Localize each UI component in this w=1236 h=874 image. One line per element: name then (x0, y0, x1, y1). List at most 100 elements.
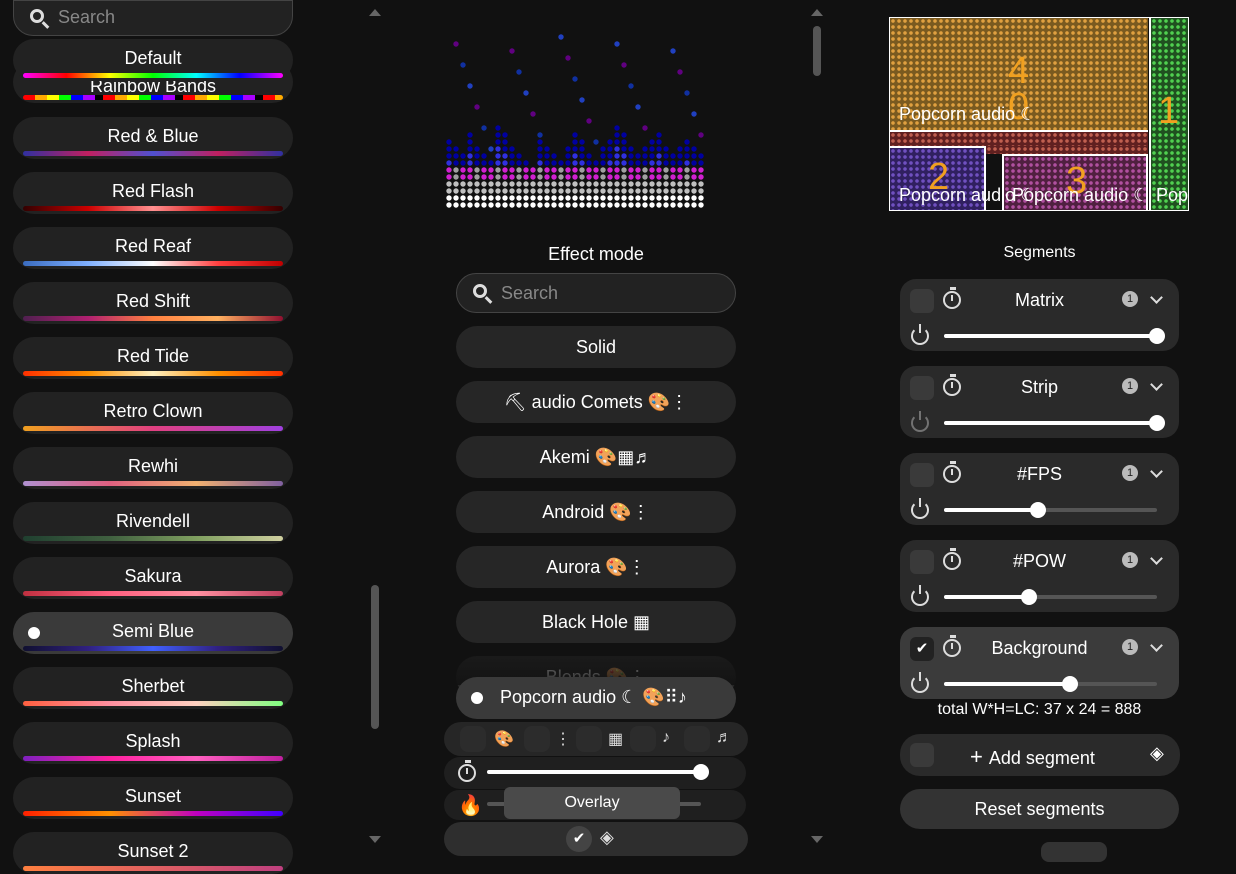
slider-knob[interactable] (1029, 502, 1046, 518)
effect-item[interactable]: Android 🎨⋮ (456, 491, 736, 533)
matrix-led (677, 69, 683, 75)
effect-scroll-down-arrow[interactable] (811, 836, 823, 843)
palette-scroll-up-arrow[interactable] (369, 9, 381, 16)
segment-select-checkbox[interactable] (910, 376, 934, 400)
palette-item[interactable]: Sakura (13, 557, 293, 599)
segment-card[interactable]: #POW 1 (900, 540, 1179, 612)
palette-scrollbar-thumb[interactable] (371, 585, 379, 729)
segment-info-badge: 1 (1122, 552, 1138, 568)
segment-card[interactable]: ✔ Background 1 (900, 627, 1179, 699)
palette-gradient (23, 206, 283, 211)
matrix-led (684, 174, 690, 180)
matrix-led (649, 153, 655, 159)
slider-knob[interactable] (1149, 415, 1165, 431)
palette-item[interactable]: Sunset 2 (13, 832, 293, 874)
segment-brightness-slider[interactable] (944, 502, 1157, 518)
matrix-led (656, 146, 662, 152)
effect-search-placeholder: Search (501, 283, 559, 303)
flag-palette-toggle[interactable] (460, 726, 486, 752)
timer-icon[interactable] (943, 635, 961, 657)
palette-item[interactable]: Red & Blue (13, 117, 293, 159)
add-segment-checkbox[interactable] (910, 743, 934, 767)
chevron-down-icon[interactable] (1150, 465, 1163, 478)
matrix-led (656, 195, 662, 201)
chevron-down-icon[interactable] (1150, 378, 1163, 391)
timer-icon[interactable] (943, 461, 961, 483)
palette-item[interactable]: Sherbet (13, 667, 293, 709)
speed-slider[interactable] (487, 764, 709, 780)
segment-label-3: Popcorn audio ☾ (1012, 185, 1150, 205)
timer-icon[interactable] (943, 287, 961, 309)
palette-item[interactable]: Red Reaf (13, 227, 293, 269)
reset-segments-button[interactable]: Reset segments (900, 789, 1179, 829)
power-icon[interactable] (911, 672, 929, 693)
palette-item[interactable]: Red Shift (13, 282, 293, 324)
power-icon[interactable] (911, 324, 929, 345)
segment-brightness-slider[interactable] (944, 415, 1165, 431)
matrix-led (502, 174, 508, 180)
palette-item[interactable]: Retro Clown (13, 392, 293, 434)
matrix-led (495, 181, 501, 187)
chevron-down-icon[interactable] (1150, 552, 1163, 565)
matrix-led (607, 195, 613, 201)
flag-volume-toggle[interactable] (630, 726, 656, 752)
effect-item[interactable]: Akemi 🎨▦♬ (456, 436, 736, 478)
palette-item[interactable]: Red Flash (13, 172, 293, 214)
chevron-down-icon[interactable] (1150, 639, 1163, 652)
effect-item[interactable]: Solid (456, 326, 736, 368)
power-icon[interactable] (911, 411, 929, 432)
segment-select-checkbox[interactable]: ✔ (910, 637, 934, 661)
segment-select-checkbox[interactable] (910, 550, 934, 574)
palette-label: Semi Blue (111, 621, 195, 641)
palette-scroll-down-arrow[interactable] (369, 836, 381, 843)
matrix-led (579, 160, 585, 166)
power-icon[interactable] (911, 585, 929, 606)
palette-search-input[interactable]: Search (13, 0, 293, 36)
timer-icon[interactable] (943, 548, 961, 570)
segment-brightness-slider[interactable] (944, 676, 1157, 692)
segment-select-checkbox[interactable] (910, 289, 934, 313)
effect-item[interactable]: Aurora 🎨⋮ (456, 546, 736, 588)
add-segment-button[interactable]: + Add segment (970, 744, 1095, 770)
palette-item[interactable]: Rivendell (13, 502, 293, 544)
palette-item[interactable]: Rewhi (13, 447, 293, 489)
segment-card[interactable]: Strip 1 (900, 366, 1179, 438)
flag-frequency-toggle[interactable] (684, 726, 710, 752)
slider-knob[interactable] (1061, 676, 1078, 692)
power-icon[interactable] (911, 498, 929, 519)
matrix-led (523, 167, 529, 173)
palette-item[interactable]: Semi Blue (13, 612, 293, 654)
matrix-led (635, 160, 641, 166)
palette-item[interactable]: Sunset (13, 777, 293, 819)
effect-item[interactable]: ⛏ audio Comets 🎨⋮ (456, 381, 736, 423)
effect-scrollbar-thumb[interactable] (813, 26, 821, 76)
slider-knob[interactable] (1149, 328, 1165, 344)
matrix-led (614, 202, 620, 208)
palette-item[interactable]: Default (13, 39, 293, 81)
segment-brightness-slider[interactable] (944, 589, 1157, 605)
palette-label: Red Shift (115, 291, 191, 311)
effect-item[interactable]: Black Hole ▦ (456, 601, 736, 643)
palette-item[interactable]: Red Tide (13, 337, 293, 379)
segment-card[interactable]: #FPS 1 (900, 453, 1179, 525)
selected-effect[interactable]: Popcorn audio ☾ 🎨⠿♪ (456, 677, 736, 719)
matrix-led (502, 188, 508, 194)
timer-icon[interactable] (943, 374, 961, 396)
segment-select-checkbox[interactable] (910, 463, 934, 487)
matrix-led (635, 188, 641, 194)
effect-scroll-up-arrow[interactable] (811, 9, 823, 16)
overlay-checkbox[interactable]: ✔ (566, 826, 592, 852)
palette-item[interactable]: Splash (13, 722, 293, 764)
layers-icon[interactable]: ◈ (1150, 743, 1164, 764)
matrix-led (565, 153, 571, 159)
slider-knob[interactable] (1021, 589, 1038, 605)
speed-slider-knob[interactable] (693, 764, 709, 780)
effect-search-input[interactable]: Search (456, 273, 736, 313)
chevron-down-icon[interactable] (1150, 291, 1163, 304)
matrix-led (628, 202, 634, 208)
flag-2d-toggle[interactable] (576, 726, 602, 752)
flag-1d-toggle[interactable] (524, 726, 550, 752)
matrix-led (607, 188, 613, 194)
segment-brightness-slider[interactable] (944, 328, 1165, 344)
segment-card[interactable]: Matrix 1 (900, 279, 1179, 351)
